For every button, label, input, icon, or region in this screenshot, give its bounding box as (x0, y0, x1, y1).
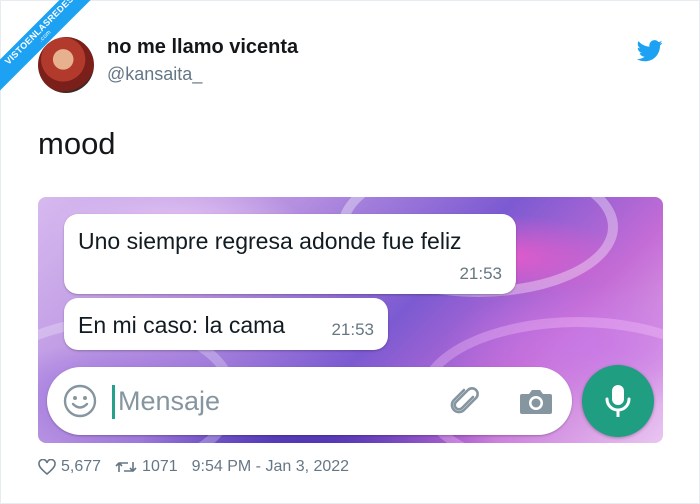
message-input-bar[interactable]: Mensaje (47, 367, 572, 435)
microphone-icon (605, 385, 631, 417)
like-stat[interactable]: 5,677 (38, 458, 101, 476)
text-cursor (112, 385, 115, 419)
chat-message-text: Uno siempre regresa adonde fue feliz (78, 228, 462, 254)
message-input-placeholder[interactable]: Mensaje (118, 386, 220, 417)
chat-message-bubble[interactable]: Uno siempre regresa adonde fue feliz 21:… (64, 214, 516, 294)
chat-message-time: 21:53 (459, 264, 502, 283)
chat-message-bubble[interactable]: En mi caso: la cama 21:53 (64, 298, 388, 350)
like-count: 5,677 (61, 458, 102, 475)
author-name[interactable]: no me llamo vicenta (107, 36, 298, 59)
avatar[interactable] (38, 37, 94, 93)
tweet-image[interactable]: Uno siempre regresa adonde fue feliz 21:… (38, 197, 663, 443)
tweet-text: mood (38, 126, 116, 161)
microphone-button[interactable] (582, 365, 654, 437)
twitter-bird-icon[interactable] (637, 40, 663, 62)
tweet-timestamp[interactable]: 9:54 PM - Jan 3, 2022 (192, 458, 349, 476)
timestamp-text: 9:54 PM - Jan 3, 2022 (191, 458, 350, 475)
emoji-icon[interactable] (63, 384, 97, 418)
chat-message-text: En mi caso: la cama (78, 312, 286, 338)
retweet-stat[interactable]: 1071 (115, 458, 178, 476)
tweet-stats: 5,677 1071 9:54 PM - Jan 3, 2022 (38, 458, 363, 476)
attach-icon[interactable] (449, 385, 483, 419)
heart-icon[interactable] (38, 459, 56, 475)
camera-icon[interactable] (518, 385, 554, 417)
retweet-count: 1071 (142, 458, 178, 475)
chat-message-time: 21:53 (331, 320, 374, 339)
author-handle[interactable]: @kansaita_ (107, 64, 202, 85)
retweet-icon[interactable] (115, 459, 137, 475)
